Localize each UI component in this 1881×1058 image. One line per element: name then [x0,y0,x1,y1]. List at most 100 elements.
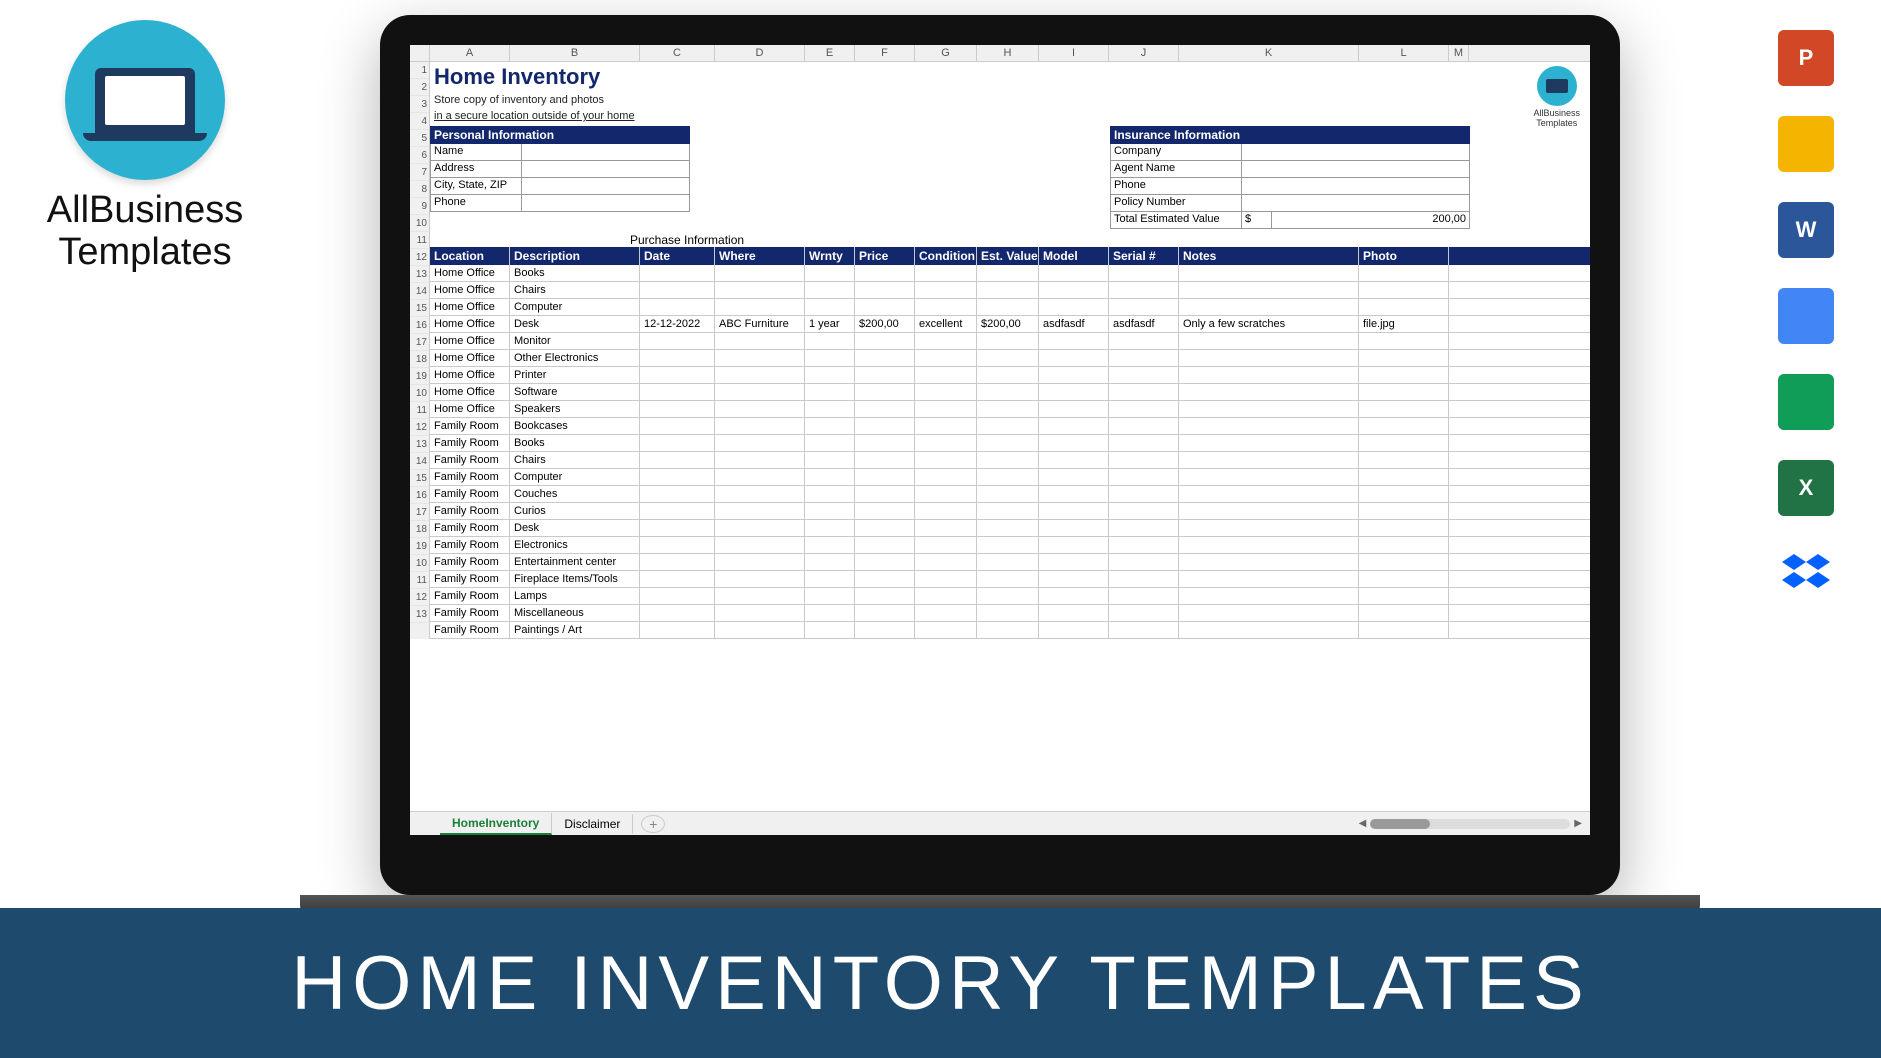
cell[interactable] [1179,452,1359,468]
dropbox-icon[interactable] [1778,546,1834,602]
cell[interactable] [1109,350,1179,366]
inventory-row[interactable]: Family RoomPaintings / Art [430,622,1590,639]
cell[interactable]: Family Room [430,554,510,570]
cell[interactable] [977,452,1039,468]
cell[interactable]: Family Room [430,537,510,553]
cell[interactable] [640,384,715,400]
column-header[interactable]: E [805,45,855,61]
cell[interactable]: Desk [510,316,640,332]
inv-column-header[interactable]: Notes [1179,247,1359,265]
cell[interactable] [805,435,855,451]
cell[interactable] [640,282,715,298]
cell[interactable] [805,605,855,621]
cell[interactable] [805,520,855,536]
cell[interactable] [1179,282,1359,298]
cell[interactable]: $200,00 [977,316,1039,332]
inventory-row[interactable]: Family RoomComputer [430,469,1590,486]
cell[interactable] [1109,418,1179,434]
inventory-row[interactable]: Home OfficeBooks [430,265,1590,282]
inv-column-header[interactable]: Condition [915,247,977,265]
cell[interactable]: Electronics [510,537,640,553]
cell[interactable]: ABC Furniture [715,316,805,332]
cell[interactable] [1039,571,1109,587]
row-number[interactable]: 11 [410,402,429,419]
cell[interactable] [805,452,855,468]
cell[interactable] [640,605,715,621]
cell[interactable] [915,503,977,519]
inv-column-header[interactable]: Description [510,247,640,265]
cell[interactable] [1179,588,1359,604]
row-number[interactable]: 10 [410,555,429,572]
cell[interactable] [915,350,977,366]
cell[interactable] [915,452,977,468]
cell[interactable] [977,418,1039,434]
cell[interactable] [1039,265,1109,281]
inventory-row[interactable]: Home OfficeComputer [430,299,1590,316]
tab-disclaimer[interactable]: Disclaimer [552,814,633,834]
cell[interactable] [1359,554,1449,570]
inv-column-header[interactable]: Price [855,247,915,265]
cell[interactable] [715,418,805,434]
column-header[interactable]: L [1359,45,1449,61]
row-number[interactable]: 14 [410,283,429,300]
cell[interactable] [1179,265,1359,281]
cell[interactable] [640,554,715,570]
row-number[interactable]: 19 [410,368,429,385]
cell[interactable] [715,384,805,400]
cell[interactable] [977,622,1039,638]
row-number[interactable]: 12 [410,419,429,436]
cell[interactable] [915,469,977,485]
cell[interactable] [977,333,1039,349]
cell[interactable]: Only a few scratches [1179,316,1359,332]
cell[interactable] [1359,605,1449,621]
cell[interactable] [805,265,855,281]
cell[interactable] [855,435,915,451]
cell[interactable] [1179,622,1359,638]
column-header[interactable]: A [430,45,510,61]
cell[interactable] [915,401,977,417]
cell[interactable] [1109,605,1179,621]
cell[interactable]: Paintings / Art [510,622,640,638]
cell[interactable] [855,384,915,400]
cell[interactable] [715,452,805,468]
scrollbar-track[interactable] [1370,819,1570,829]
cell[interactable]: Home Office [430,316,510,332]
inventory-row[interactable]: Family RoomElectronics [430,537,1590,554]
cell[interactable] [1179,299,1359,315]
cell[interactable] [640,520,715,536]
cell[interactable] [855,571,915,587]
inventory-row[interactable]: Family RoomDesk [430,520,1590,537]
field-input[interactable] [521,161,689,177]
row-number[interactable]: 13 [410,436,429,453]
cell[interactable] [1359,537,1449,553]
row-number[interactable]: 1 [410,62,429,79]
cell[interactable] [915,486,977,502]
cell[interactable] [715,265,805,281]
cell[interactable]: Chairs [510,452,640,468]
cell[interactable] [915,282,977,298]
column-header[interactable]: C [640,45,715,61]
cell[interactable] [1109,367,1179,383]
inv-column-header[interactable]: Serial # [1109,247,1179,265]
cell[interactable] [977,605,1039,621]
inventory-row[interactable]: Family RoomBooks [430,435,1590,452]
cell[interactable] [1109,435,1179,451]
cell[interactable] [977,282,1039,298]
cell[interactable] [915,622,977,638]
inv-column-header[interactable]: Date [640,247,715,265]
cell[interactable] [640,588,715,604]
cell[interactable] [715,486,805,502]
cell[interactable] [1039,588,1109,604]
google-sheets-icon[interactable] [1778,374,1834,430]
cell[interactable] [977,486,1039,502]
cell[interactable] [915,384,977,400]
column-header[interactable]: J [1109,45,1179,61]
cell[interactable] [977,265,1039,281]
cell[interactable] [640,435,715,451]
cell[interactable] [1039,554,1109,570]
cell[interactable]: Books [510,435,640,451]
cell[interactable] [915,520,977,536]
cell[interactable] [1109,622,1179,638]
cell[interactable] [1359,486,1449,502]
cell[interactable] [715,537,805,553]
